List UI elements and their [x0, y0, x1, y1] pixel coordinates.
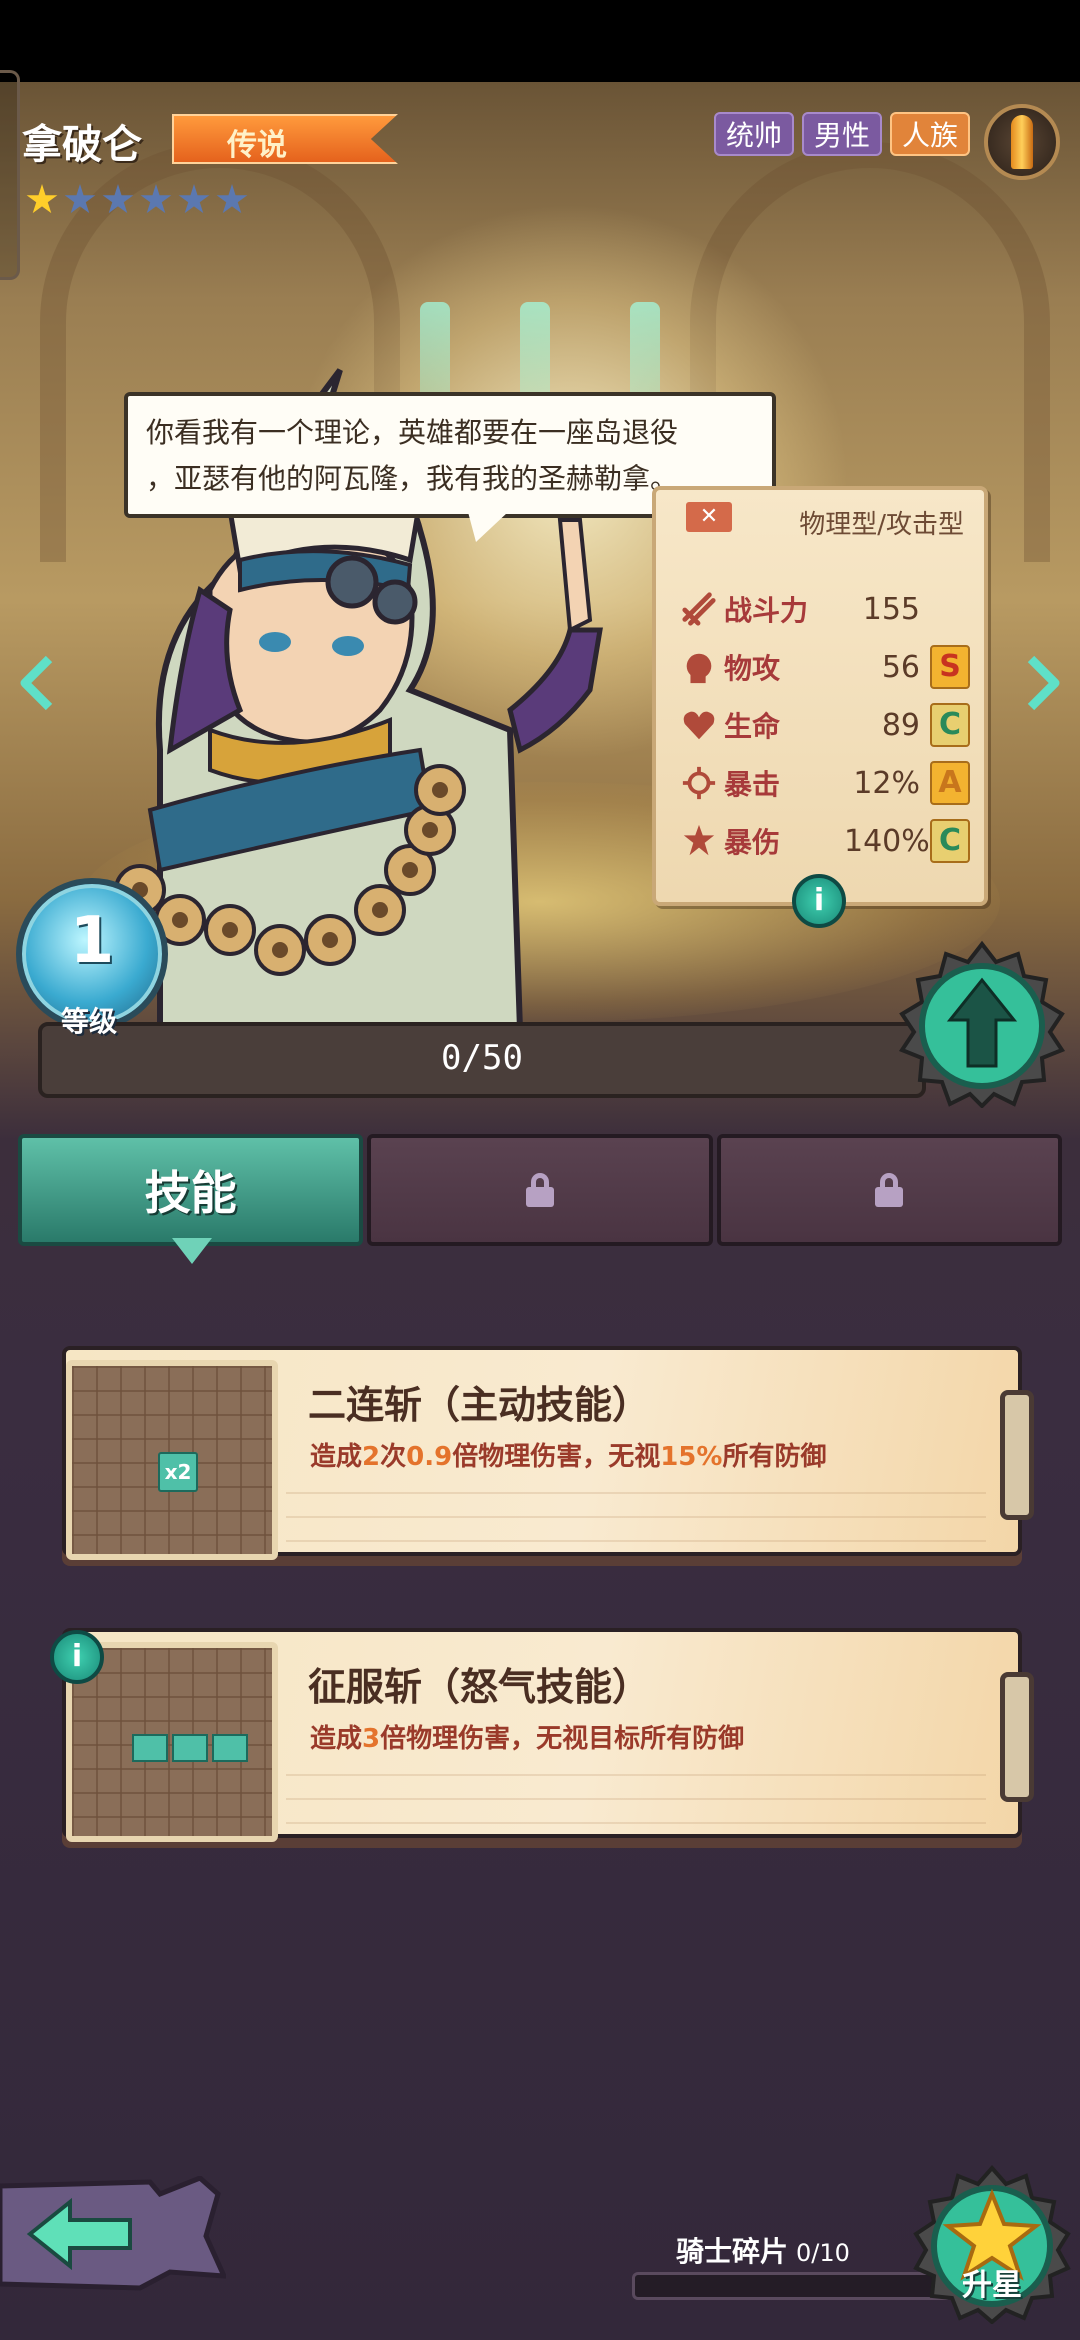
stat-row: 暴击 12% A: [680, 758, 980, 808]
detail-tabs: 技能: [18, 1134, 1062, 1246]
stat-value: 155: [862, 591, 920, 627]
rarity-label: 传说: [227, 128, 287, 163]
shards-progress-bar: [632, 2272, 952, 2300]
tab-locked-1[interactable]: [367, 1134, 713, 1246]
card-ruled-lines: [286, 1470, 986, 1550]
chevron-right-icon: [1027, 655, 1060, 711]
desc-highlight: 15%: [660, 1442, 723, 1472]
star-filled-icon: [26, 184, 58, 214]
knight-shards: 骑士碎片 0/10: [676, 2230, 850, 2270]
weapon-type-icon: ✕: [686, 502, 732, 532]
side-drawer-handle[interactable]: [0, 70, 20, 280]
level-label: 等级: [60, 1005, 117, 1038]
desc-highlight: 3: [362, 1724, 381, 1754]
tag-gender: 男性: [801, 112, 882, 156]
skill-pattern-cells: [132, 1734, 248, 1762]
skill-hit-badge: x2: [158, 1452, 198, 1492]
previous-hero-arrow[interactable]: [14, 650, 60, 716]
shards-label: 骑士碎片: [676, 2235, 789, 2268]
stat-label: 物攻: [724, 652, 781, 685]
lock-icon: [525, 1173, 554, 1207]
hero-tags: 统帅 男性 人族: [713, 112, 970, 156]
skill-description: 造成3倍物理伤害，无视目标所有防御: [310, 1718, 744, 1755]
heart-icon: [680, 706, 718, 744]
stat-value: 12%: [853, 765, 920, 801]
rarity-badge: 传说: [172, 114, 398, 164]
star-empty-icon: [216, 184, 248, 214]
exp-text: 0/50: [441, 1038, 523, 1078]
skill-description: 造成2次0.9倍物理伤害，无视15%所有防御: [310, 1436, 826, 1473]
star-empty-icon: [140, 184, 172, 214]
stat-value: 89: [881, 707, 920, 743]
skill-title: 二连斩（主动技能）: [308, 1383, 651, 1427]
desc-text: 造成: [310, 1442, 363, 1472]
stat-label: 战斗力: [724, 594, 809, 627]
stat-grade-badge: S: [930, 645, 970, 689]
hero-type: 物理型/攻击型: [799, 510, 964, 540]
stat-grade-badge: A: [930, 761, 970, 805]
desc-text: 次: [380, 1442, 407, 1472]
shards-count: 0/10: [796, 2239, 850, 2267]
desc-text: 倍物理伤害，无视目标所有防御: [380, 1724, 745, 1754]
star-up-label: 升星: [962, 2268, 1022, 2303]
skill-info-button[interactable]: i: [50, 1630, 104, 1684]
skill-title: 征服斩（怒气技能）: [308, 1665, 651, 1709]
quote-line-1: 你看我有一个理论，英雄都要在一座岛退役: [146, 416, 679, 449]
tag-class: 统帅: [713, 112, 794, 156]
stat-label: 暴击: [724, 768, 781, 801]
stat-grade-badge: C: [930, 819, 970, 863]
tab-skills-label: 技能: [144, 1166, 237, 1220]
stat-row: 生命 89 C: [680, 700, 980, 750]
level-up-button[interactable]: [898, 940, 1066, 1108]
skill-pattern-grid: x2: [66, 1360, 278, 1560]
bullet-shape: [1011, 115, 1033, 169]
bullet-icon[interactable]: [984, 104, 1060, 180]
stats-info-button[interactable]: i: [792, 874, 846, 928]
skill-card[interactable]: 征服斩（怒气技能） 造成3倍物理伤害，无视目标所有防御: [62, 1628, 1034, 1842]
power-icon: [680, 590, 718, 628]
star-empty-icon: [102, 184, 134, 214]
hero-detail-screen: 拿破仑 传说 统帅 男性 人族 你看我有一个理论，英雄都要在一座岛退役 ，亚瑟有…: [0, 0, 1080, 2340]
stat-value: 140%: [844, 823, 930, 859]
tab-locked-2[interactable]: [716, 1134, 1062, 1246]
desc-text: 倍物理伤害，无视: [452, 1442, 661, 1472]
stats-panel: ✕ 物理型/攻击型 战斗力 155 物攻 56 S 生命 89 C 暴击 12% A 暴伤 140% C …: [652, 486, 988, 928]
star-empty-icon: [178, 184, 210, 214]
back-button[interactable]: [0, 2176, 226, 2296]
stat-label: 暴伤: [724, 826, 781, 859]
hero-name: 拿破仑: [22, 122, 142, 168]
stat-grade-badge: C: [930, 703, 970, 747]
desc-highlight: 0.9: [406, 1442, 453, 1472]
desc-highlight: 2: [362, 1442, 381, 1472]
stat-value: 56: [881, 649, 920, 685]
desc-text: 所有防御: [722, 1442, 827, 1472]
desc-text: 造成: [310, 1724, 363, 1754]
stat-row: 物攻 56 S: [680, 642, 980, 692]
star-empty-icon: [64, 184, 96, 214]
card-ruled-lines: [286, 1752, 986, 1832]
crit-icon: [680, 764, 718, 802]
lock-icon: [875, 1173, 904, 1207]
stat-row: 暴伤 140% C: [680, 816, 980, 866]
stat-row: 战斗力 155: [680, 584, 980, 634]
level-value: 1: [69, 904, 115, 978]
tab-skills[interactable]: 技能: [18, 1134, 364, 1246]
star-rating: [26, 184, 248, 216]
card-clip: [1000, 1672, 1034, 1802]
chevron-left-icon: [20, 655, 53, 711]
next-hero-arrow[interactable]: [1020, 650, 1066, 716]
stat-label: 生命: [724, 710, 781, 743]
crit-damage-icon: [680, 822, 718, 860]
fist-icon: [680, 648, 718, 686]
tag-race: 人族: [889, 112, 970, 156]
skill-card[interactable]: x2 二连斩（主动技能） 造成2次0.9倍物理伤害，无视15%所有防御: [62, 1346, 1034, 1560]
card-clip: [1000, 1390, 1034, 1520]
exp-bar: 0/50: [38, 1022, 926, 1098]
tab-active-pointer: [172, 1238, 212, 1264]
